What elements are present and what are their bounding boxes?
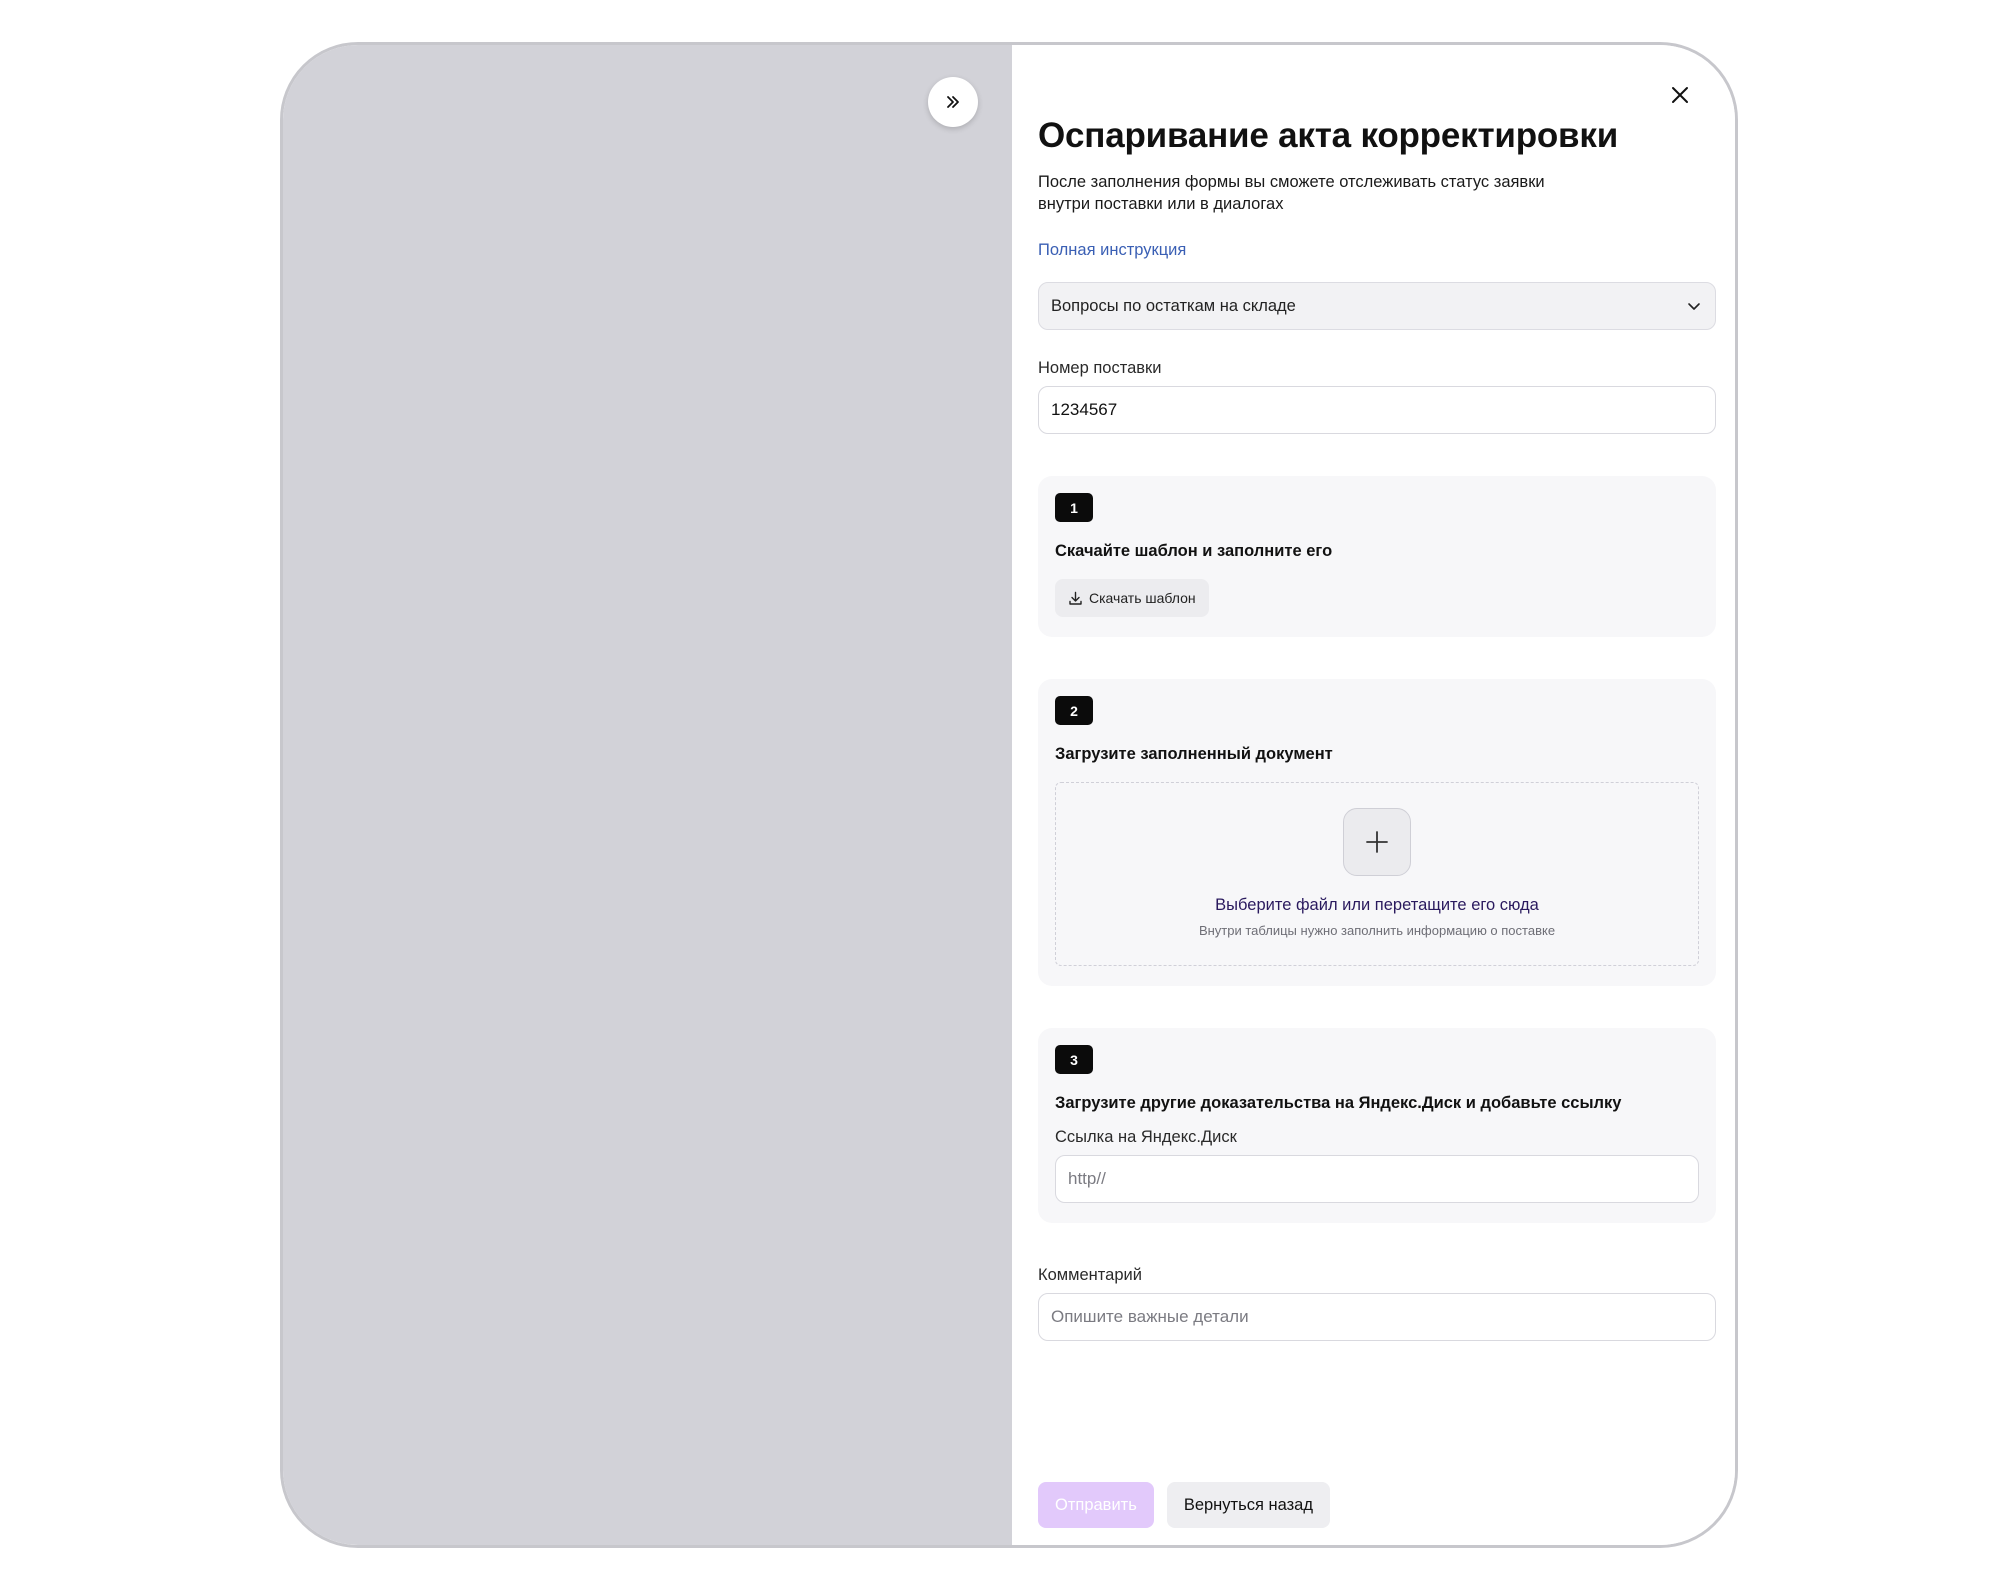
form-footer: Отправить Вернуться назад: [1038, 1482, 1330, 1528]
add-file-button[interactable]: [1343, 808, 1411, 876]
instruction-link[interactable]: Полная инструкция: [1038, 241, 1186, 260]
step-1-card: 1 Скачайте шаблон и заполните его Скачат…: [1038, 476, 1716, 637]
supply-number-input[interactable]: 1234567: [1038, 386, 1716, 434]
device-frame: Оспаривание акта корректировки После зап…: [280, 42, 1738, 1548]
collapse-panel-button[interactable]: [928, 77, 978, 127]
dropzone-title: Выберите файл или перетащите его сюда: [1215, 896, 1539, 914]
step-3-title: Загрузите другие доказательства на Яндек…: [1055, 1094, 1622, 1112]
comment-input[interactable]: Опишите важные детали: [1038, 1293, 1716, 1341]
page-subtitle: После заполнения формы вы сможете отслеж…: [1038, 173, 1545, 213]
back-button[interactable]: Вернуться назад: [1166, 1482, 1330, 1528]
download-template-label: Скачать шаблон: [1089, 590, 1196, 606]
backdrop-overlay[interactable]: [283, 45, 1012, 1545]
topic-select[interactable]: Вопросы по остаткам на складе: [1038, 282, 1716, 330]
step-2-badge: 2: [1055, 696, 1093, 725]
file-dropzone[interactable]: Выберите файл или перетащите его сюда Вн…: [1055, 782, 1699, 966]
download-template-button[interactable]: Скачать шаблон: [1055, 579, 1209, 617]
close-button[interactable]: [1664, 79, 1696, 111]
page-title: Оспаривание акта корректировки: [1038, 116, 1619, 155]
supply-number-label: Номер поставки: [1038, 359, 1162, 377]
comment-label: Комментарий: [1038, 1266, 1142, 1284]
chevron-down-icon: [1688, 303, 1700, 310]
close-icon: [1672, 87, 1688, 103]
step-2-card: 2 Загрузите заполненный документ Выберит…: [1038, 679, 1716, 986]
dropzone-hint: Внутри таблицы нужно заполнить информаци…: [1198, 923, 1556, 938]
plus-icon: [1366, 831, 1388, 853]
topic-select-value: Вопросы по остаткам на складе: [1051, 296, 1296, 315]
step-1-title: Скачайте шаблон и заполните его: [1055, 542, 1333, 560]
step-2-title: Загрузите заполненный документ: [1055, 745, 1333, 763]
step-1-badge: 1: [1055, 493, 1093, 522]
double-chevron-right-icon: [947, 96, 959, 108]
download-icon: [1069, 591, 1082, 605]
yandex-disk-label: Ссылка на Яндекс.Диск: [1055, 1128, 1237, 1146]
yandex-disk-link-input[interactable]: http//: [1055, 1155, 1699, 1203]
step-3-badge: 3: [1055, 1045, 1093, 1074]
step-3-card: 3 Загрузите другие доказательства на Янд…: [1038, 1028, 1716, 1223]
submit-button[interactable]: Отправить: [1038, 1482, 1154, 1528]
side-panel: Оспаривание акта корректировки После зап…: [1012, 45, 1735, 1545]
